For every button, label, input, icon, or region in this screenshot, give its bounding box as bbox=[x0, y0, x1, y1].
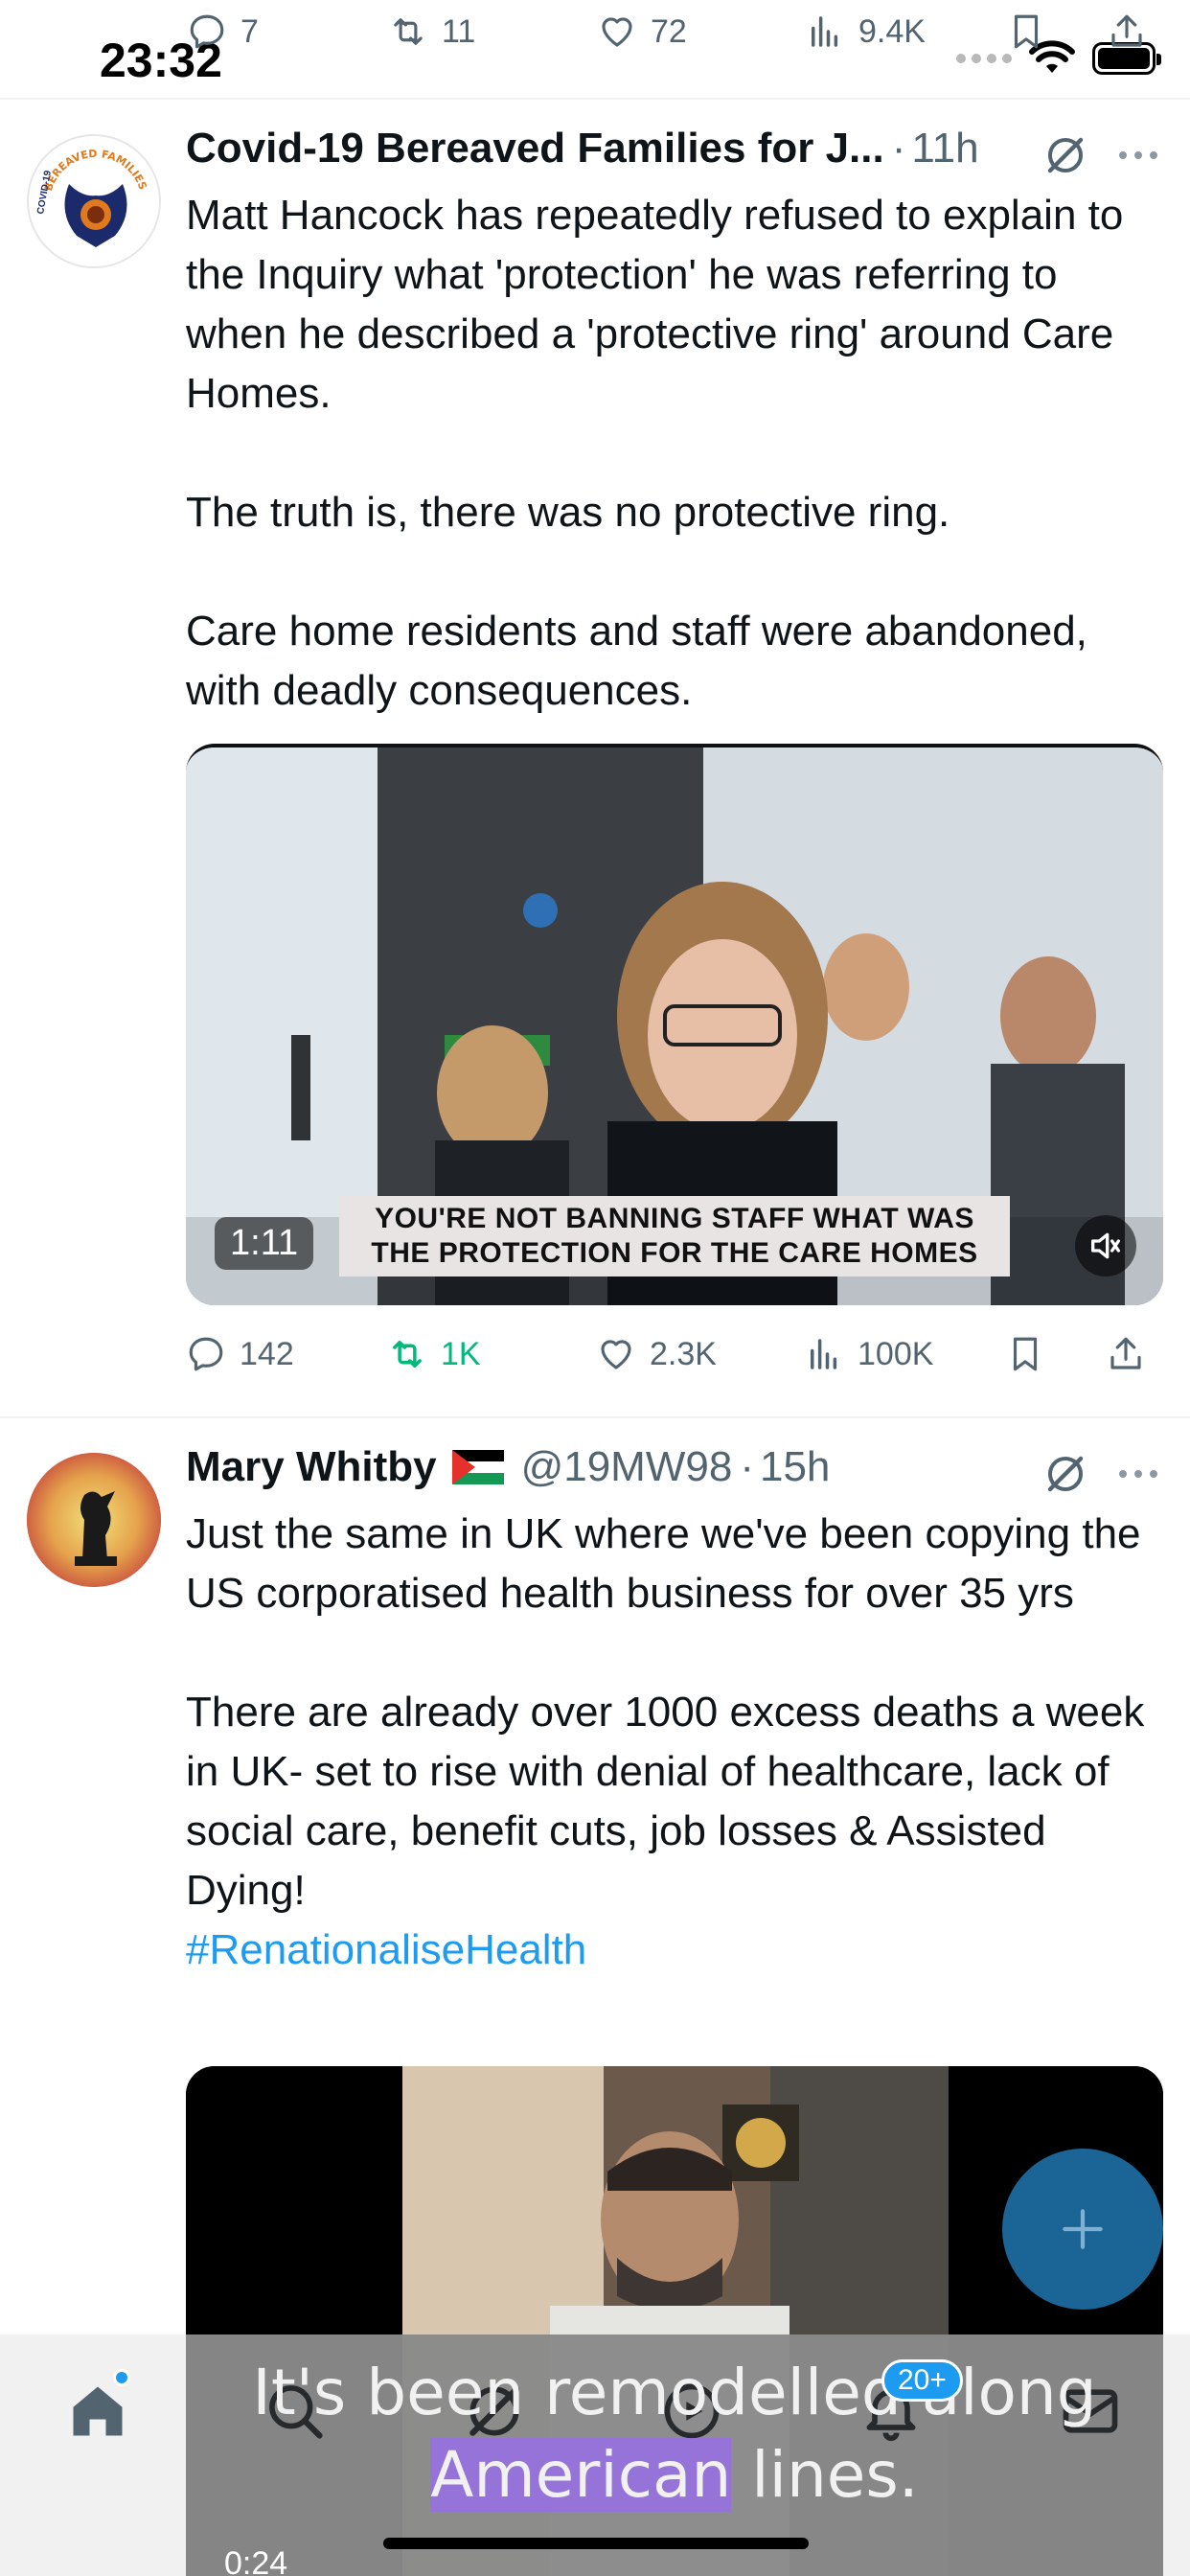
avatar[interactable] bbox=[27, 1453, 161, 1587]
tweet-header: Mary Whitby @19MW98 · 15h bbox=[186, 1443, 830, 1491]
tweet-actions: 142 1K 2.3K 100K bbox=[186, 1328, 1173, 1386]
avatar[interactable]: BEREAVED FAMILIES COVID-19 JUSTICE bbox=[27, 134, 161, 268]
retweet-button[interactable]: 1K bbox=[387, 1334, 481, 1374]
display-name[interactable]: Covid-19 Bereaved Families for J... bbox=[186, 125, 884, 172]
timestamp[interactable]: 11h bbox=[911, 125, 978, 172]
grok-icon[interactable] bbox=[1042, 132, 1088, 178]
share-icon bbox=[1110, 1337, 1141, 1369]
views-button[interactable]: 100K bbox=[804, 1334, 933, 1374]
reply-icon bbox=[190, 14, 224, 49]
subtitle-highlight-word: American bbox=[430, 2438, 732, 2512]
separator: · bbox=[891, 125, 906, 172]
reply-count: 142 bbox=[240, 1335, 294, 1372]
speaker-muted-icon bbox=[1091, 1232, 1120, 1259]
heart-icon bbox=[602, 17, 632, 47]
grok-icon[interactable] bbox=[1042, 1451, 1088, 1497]
reply-icon bbox=[189, 1337, 223, 1371]
retweet-button[interactable]: 11 bbox=[388, 12, 475, 52]
like-button[interactable]: 2.3K bbox=[596, 1334, 717, 1374]
heart-icon bbox=[601, 1340, 631, 1369]
share-button[interactable] bbox=[1106, 1334, 1146, 1374]
share-icon bbox=[1111, 14, 1142, 47]
plus-icon bbox=[1063, 2209, 1103, 2249]
like-count: 2.3K bbox=[650, 1335, 717, 1372]
timestamp[interactable]: 15h bbox=[760, 1443, 830, 1491]
compose-button[interactable] bbox=[1002, 2149, 1163, 2310]
more-options-icon[interactable] bbox=[1115, 146, 1161, 165]
like-count: 72 bbox=[651, 12, 687, 50]
home-notification-dot bbox=[113, 2369, 130, 2386]
avatar-image bbox=[27, 1453, 161, 1587]
home-icon bbox=[73, 2386, 123, 2436]
home-indicator[interactable] bbox=[383, 2538, 809, 2549]
views-icon bbox=[812, 16, 838, 47]
views-count: 9.4K bbox=[858, 12, 926, 50]
subtitle-line-1: It's been remodelled along bbox=[252, 2356, 1097, 2429]
tweet[interactable]: BEREAVED FAMILIES COVID-19 JUSTICE Covid… bbox=[0, 100, 1190, 1418]
retweet-icon bbox=[394, 18, 423, 45]
reply-button[interactable]: 7 bbox=[187, 12, 259, 52]
tweet-text: Matt Hancock has repeatedly refused to e… bbox=[186, 192, 1124, 714]
reply-count: 7 bbox=[240, 12, 259, 50]
handle[interactable]: @19MW98 bbox=[521, 1443, 733, 1491]
views-count: 100K bbox=[858, 1335, 934, 1372]
bookmark-icon bbox=[1013, 1337, 1038, 1371]
retweet-count: 1K bbox=[441, 1335, 481, 1372]
display-name[interactable]: Mary Whitby bbox=[186, 1443, 437, 1491]
views-icon bbox=[811, 1339, 837, 1369]
views-button[interactable]: 9.4K bbox=[805, 12, 926, 52]
tweet-body: Just the same in UK where we've been cop… bbox=[186, 1510, 1145, 1914]
retweet-icon bbox=[393, 1341, 422, 1368]
video-duration: 1:11 bbox=[215, 1217, 314, 1270]
subtitle-line-2-rest: lines. bbox=[731, 2438, 919, 2512]
tweet-header: Covid-19 Bereaved Families for J... · 11… bbox=[186, 125, 979, 172]
video-duration: 0:24 bbox=[224, 2545, 288, 2576]
hashtag-link[interactable]: #RenationaliseHealth bbox=[186, 1926, 586, 1973]
mute-button[interactable] bbox=[1075, 1215, 1136, 1276]
previous-tweet-actions: 7 11 72 9.4K bbox=[187, 6, 1174, 63]
avatar-logo: BEREAVED FAMILIES COVID-19 JUSTICE bbox=[33, 140, 159, 266]
bookmark-icon bbox=[1014, 14, 1039, 49]
share-button[interactable] bbox=[1107, 12, 1147, 52]
video-caption: YOU'RE NOT BANNING STAFF WHAT WAS THE PR… bbox=[339, 1196, 1010, 1276]
more-options-icon[interactable] bbox=[1115, 1464, 1161, 1484]
tweet-video[interactable]: YOU'RE NOT BANNING STAFF WHAT WAS THE PR… bbox=[186, 744, 1163, 1305]
bookmark-button[interactable] bbox=[1006, 12, 1046, 52]
retweet-count: 11 bbox=[442, 12, 476, 50]
reply-button[interactable]: 142 bbox=[186, 1334, 294, 1374]
tweet-text: Just the same in UK where we've been cop… bbox=[186, 1505, 1163, 1980]
palestine-flag-icon bbox=[451, 1450, 504, 1484]
like-button[interactable]: 72 bbox=[597, 12, 687, 52]
separator: · bbox=[740, 1443, 754, 1490]
bookmark-button[interactable] bbox=[1005, 1334, 1045, 1374]
notifications-badge: 20+ bbox=[881, 2359, 963, 2402]
subtitle-line-2: American lines. bbox=[186, 2438, 1163, 2512]
